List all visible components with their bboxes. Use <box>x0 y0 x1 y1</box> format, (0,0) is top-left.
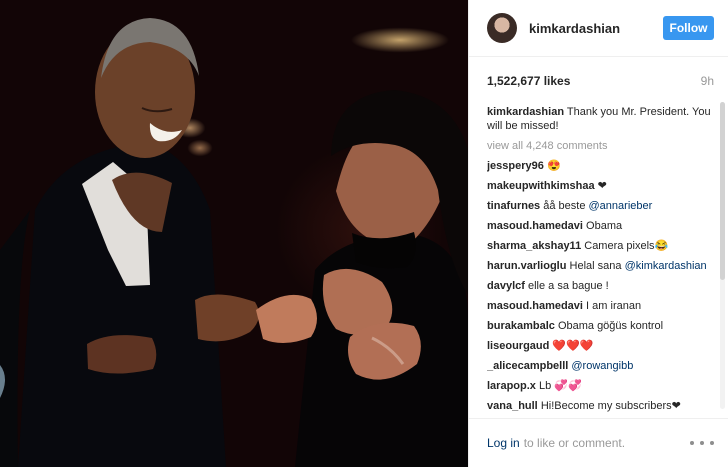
comment-text: Obama <box>586 220 623 232</box>
comment-text: Camera pixels😂 <box>584 240 669 252</box>
post-header: kimkardashian Follow <box>469 0 728 57</box>
comment-username[interactable]: jesspery96 <box>487 160 544 172</box>
likes-count: 1,522,677 likes <box>487 74 571 88</box>
follow-button[interactable]: Follow <box>663 16 714 40</box>
post-time: 9h <box>700 74 714 88</box>
comments-scrollbar[interactable] <box>720 102 725 409</box>
caption-username[interactable]: kimkardashian <box>487 106 564 118</box>
comment-item: harun.varlioglu Helal sana @kimkardashia… <box>487 259 716 273</box>
comment-text: åå beste <box>543 200 586 212</box>
comments-list[interactable]: kimkardashian Thank you Mr. President. Y… <box>487 105 716 418</box>
comment-username[interactable]: masoud.hamedavi <box>487 300 583 312</box>
comment-text: elle a sa bague ! <box>527 280 609 292</box>
comment-mention[interactable]: @kimkardashian <box>625 260 707 272</box>
comment-text: 😍 <box>546 160 561 172</box>
comment-item: larapop.x Lb 💞💞 <box>487 379 716 393</box>
comment-item: liseourgaud ❤️❤️❤️ <box>487 339 716 353</box>
comment-username[interactable]: burakambalc <box>487 320 555 332</box>
comment-item: _alicecampbelll @rowangibb <box>487 359 716 373</box>
comment-mention[interactable]: @annarieber <box>589 200 653 212</box>
comment-mention[interactable]: @rowangibb <box>571 360 633 372</box>
comment-username[interactable]: masoud.hamedavi <box>487 220 583 232</box>
comment-text: Helal sana <box>569 260 622 272</box>
ellipsis-dot-icon <box>690 441 694 445</box>
view-all-comments-link[interactable]: view all 4,248 comments <box>487 139 716 153</box>
comment-item: vana_hull Hi!Become my subscribers❤ <box>487 399 716 413</box>
photo-illustration <box>0 18 468 467</box>
comment-username[interactable]: vana_hull <box>487 400 538 412</box>
comment-username[interactable]: larapop.x <box>487 380 536 392</box>
comment-text: ❤ <box>597 180 607 192</box>
comment-text: Obama göğüs kontrol <box>557 320 664 332</box>
post-author-username[interactable]: kimkardashian <box>529 21 663 36</box>
caption-comment: kimkardashian Thank you Mr. President. Y… <box>487 105 716 133</box>
comment-item: masoud.hamedavi Obama <box>487 219 716 233</box>
login-link[interactable]: Log in <box>487 436 520 450</box>
ellipsis-dot-icon <box>710 441 714 445</box>
comment-text: ❤️❤️❤️ <box>552 340 594 352</box>
comment-username[interactable]: davylcf <box>487 280 525 292</box>
comment-username[interactable]: makeupwithkimshaa <box>487 180 595 192</box>
comment-item: sharma_akshay11 Camera pixels😂 <box>487 239 716 253</box>
avatar[interactable] <box>487 13 517 43</box>
comment-username[interactable]: harun.varlioglu <box>487 260 566 272</box>
comment-username[interactable]: sharma_akshay11 <box>487 240 581 252</box>
comment-username[interactable]: liseourgaud <box>487 340 549 352</box>
comment-username[interactable]: _alicecampbelll <box>487 360 568 372</box>
comment-item: burakambalc Obama göğüs kontrol <box>487 319 716 333</box>
comment-item: tinafurnes åå beste @annarieber <box>487 199 716 213</box>
post-footer: Log in to like or comment. <box>469 418 728 467</box>
ellipsis-dot-icon <box>700 441 704 445</box>
comment-username[interactable]: tinafurnes <box>487 200 540 212</box>
login-prompt: Log in to like or comment. <box>487 436 625 450</box>
comment-item: jesspery96 😍 <box>487 159 716 173</box>
comment-item: davylcf elle a sa bague ! <box>487 279 716 293</box>
post-stats: 1,522,677 likes 9h <box>469 57 728 105</box>
post-photo <box>0 0 468 467</box>
login-prompt-text: to like or comment. <box>523 436 626 450</box>
ellipsis-icon[interactable] <box>690 441 714 445</box>
comment-item: makeupwithkimshaa ❤ <box>487 179 716 193</box>
comment-text: Lb 💞💞 <box>538 380 582 392</box>
comment-text: Hi!Become my subscribers❤ <box>540 400 681 412</box>
comments-scroll-thumb[interactable] <box>720 102 725 280</box>
comment-item: masoud.hamedavi I am iranan <box>487 299 716 313</box>
instagram-post: kimkardashian Follow 1,522,677 likes 9h … <box>0 0 728 467</box>
comment-text: I am iranan <box>586 300 642 312</box>
post-side-panel: kimkardashian Follow 1,522,677 likes 9h … <box>468 0 728 467</box>
